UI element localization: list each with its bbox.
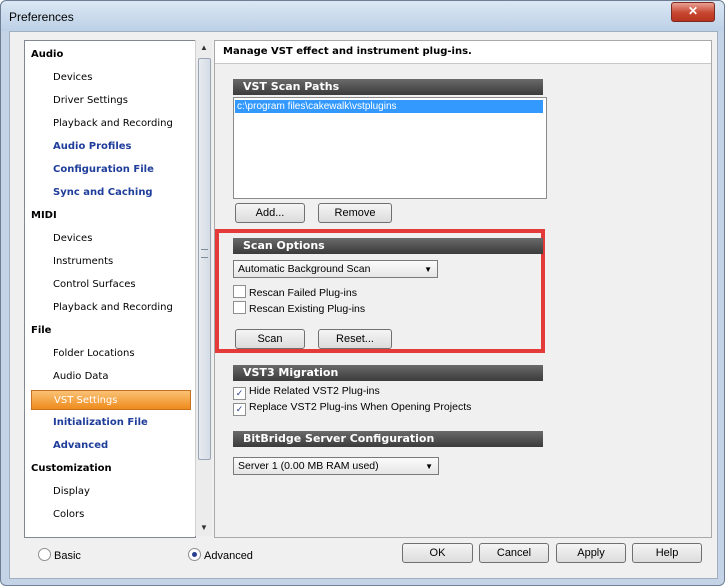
tree-item[interactable]: Audio Data bbox=[53, 367, 193, 387]
server-value: Server 1 (0.00 MB RAM used) bbox=[238, 460, 379, 472]
tree-item[interactable]: Driver Settings bbox=[53, 91, 193, 111]
tree-category[interactable]: Audio bbox=[31, 45, 191, 65]
tree-item[interactable]: Sync and Caching bbox=[53, 183, 193, 203]
scan-button[interactable]: Scan bbox=[235, 329, 305, 349]
server-dropdown[interactable]: Server 1 (0.00 MB RAM used) ▼ bbox=[233, 457, 439, 475]
hide-related-label: Hide Related VST2 Plug-ins bbox=[249, 385, 380, 397]
tree-item[interactable]: Playback and Recording bbox=[53, 114, 193, 134]
replace-vst2-label: Replace VST2 Plug-ins When Opening Proje… bbox=[249, 401, 472, 413]
tree-item[interactable]: Advanced bbox=[53, 436, 193, 456]
tree-item[interactable]: Display bbox=[53, 482, 193, 502]
rescan-existing-label: Rescan Existing Plug-ins bbox=[249, 303, 366, 315]
help-button[interactable]: Help bbox=[632, 543, 702, 563]
radio-selected-icon bbox=[188, 548, 201, 561]
tree-item[interactable]: Devices bbox=[53, 229, 193, 249]
tree-item[interactable]: Audio Profiles bbox=[53, 137, 193, 157]
basic-label: Basic bbox=[54, 550, 81, 562]
tree-item[interactable]: VST Settings bbox=[31, 390, 191, 410]
rescan-failed-label: Rescan Failed Plug-ins bbox=[249, 287, 357, 299]
chevron-down-icon: ▼ bbox=[424, 265, 432, 274]
tree-item[interactable]: Colors bbox=[53, 505, 193, 525]
tree-item[interactable]: Instruments bbox=[53, 252, 193, 272]
scan-options-title: Scan Options bbox=[233, 238, 543, 254]
add-button[interactable]: Add... bbox=[235, 203, 305, 223]
panel-header-text: Manage VST effect and instrument plug-in… bbox=[223, 46, 472, 57]
basic-radio[interactable]: Basic bbox=[38, 548, 81, 563]
ok-button[interactable]: OK bbox=[402, 543, 473, 563]
checkmark-icon: ✓ bbox=[233, 387, 246, 400]
tree-category[interactable]: File bbox=[31, 321, 191, 341]
tree-item[interactable]: Folder Locations bbox=[53, 344, 193, 364]
tree-category[interactable]: Customization bbox=[31, 459, 191, 479]
scan-paths-title: VST Scan Paths bbox=[233, 79, 543, 95]
scan-mode-value: Automatic Background Scan bbox=[238, 263, 371, 275]
advanced-radio[interactable]: Advanced bbox=[188, 548, 253, 563]
reset-button[interactable]: Reset... bbox=[318, 329, 392, 349]
tree-item[interactable]: Devices bbox=[53, 68, 193, 88]
panel-header: Manage VST effect and instrument plug-in… bbox=[215, 41, 711, 64]
tree-item[interactable]: Control Surfaces bbox=[53, 275, 193, 295]
remove-button[interactable]: Remove bbox=[318, 203, 392, 223]
rescan-existing-checkbox[interactable]: Rescan Existing Plug-ins bbox=[233, 301, 365, 316]
replace-vst2-checkbox[interactable]: ✓ Replace VST2 Plug-ins When Opening Proj… bbox=[233, 401, 471, 416]
cancel-button[interactable]: Cancel bbox=[479, 543, 549, 563]
tree-item[interactable]: Configuration File bbox=[53, 160, 193, 180]
bitbridge-title: BitBridge Server Configuration bbox=[233, 431, 543, 447]
scroll-thumb[interactable] bbox=[198, 58, 211, 460]
apply-button[interactable]: Apply bbox=[556, 543, 626, 563]
hide-related-checkbox[interactable]: ✓ Hide Related VST2 Plug-ins bbox=[233, 385, 380, 400]
title-bar: Preferences ✕ bbox=[1, 1, 724, 31]
close-button[interactable]: ✕ bbox=[671, 2, 715, 22]
radio-icon bbox=[38, 548, 51, 561]
chevron-down-icon: ▼ bbox=[425, 462, 433, 471]
vst3-migration-title: VST3 Migration bbox=[233, 365, 543, 381]
list-item[interactable]: c:\program files\cakewalk\vstplugins bbox=[235, 100, 543, 113]
close-icon: ✕ bbox=[687, 4, 699, 18]
settings-panel: Manage VST effect and instrument plug-in… bbox=[214, 40, 712, 538]
checkbox-icon bbox=[233, 285, 246, 298]
tree-item[interactable]: Playback and Recording bbox=[53, 298, 193, 318]
advanced-label: Advanced bbox=[204, 550, 253, 562]
rescan-failed-checkbox[interactable]: Rescan Failed Plug-ins bbox=[233, 285, 357, 300]
category-tree: Audio Devices Driver Settings Playback and … bbox=[24, 40, 196, 538]
window-title: Preferences bbox=[9, 10, 74, 24]
scan-paths-list[interactable]: c:\program files\cakewalk\vstplugins bbox=[233, 97, 547, 199]
tree-item[interactable]: Initialization File bbox=[53, 413, 193, 433]
tree-category[interactable]: MIDI bbox=[31, 206, 191, 226]
checkbox-icon bbox=[233, 301, 246, 314]
grip-icon bbox=[201, 249, 208, 258]
checkmark-icon: ✓ bbox=[233, 403, 246, 416]
tree-scrollbar[interactable]: ▲ ▼ bbox=[195, 40, 212, 536]
scroll-down-icon[interactable]: ▼ bbox=[196, 520, 212, 536]
scan-mode-dropdown[interactable]: Automatic Background Scan ▼ bbox=[233, 260, 438, 278]
scroll-up-icon[interactable]: ▲ bbox=[196, 40, 212, 56]
